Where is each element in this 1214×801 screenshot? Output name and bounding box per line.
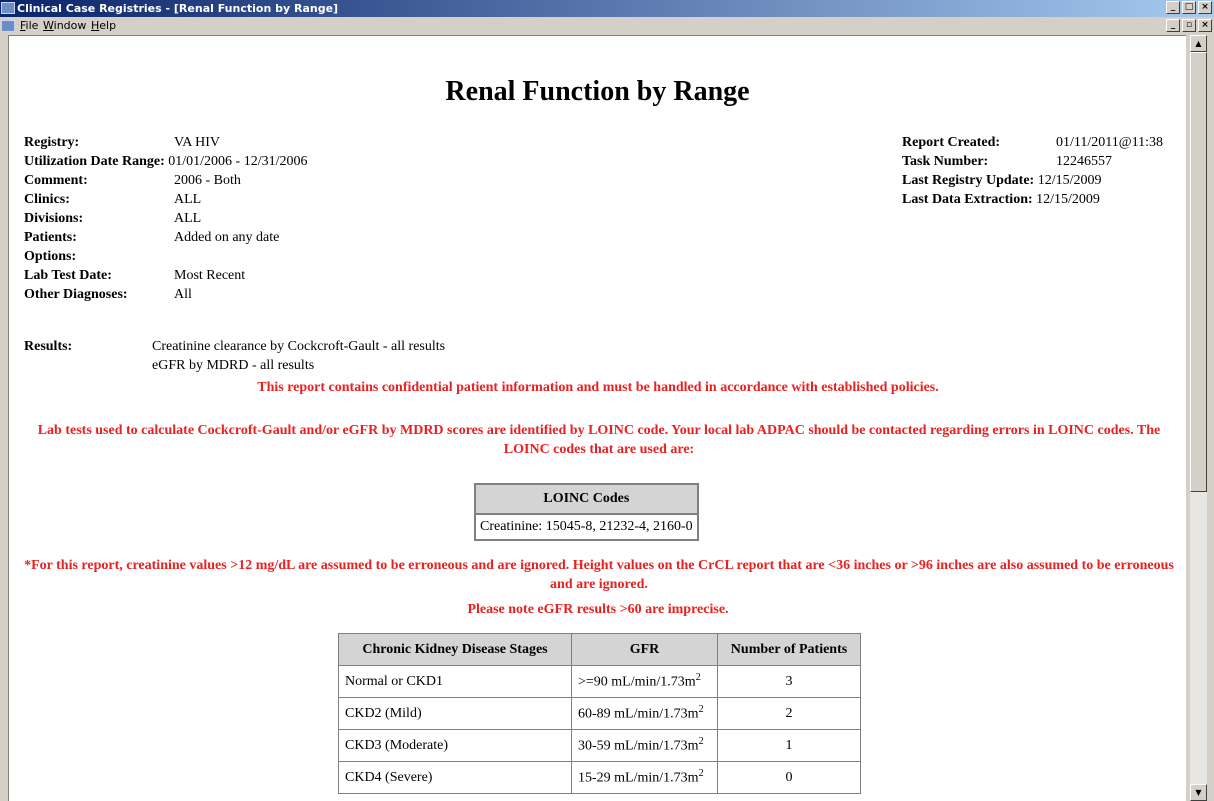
- menu-window[interactable]: Window: [43, 17, 86, 35]
- param-value: Added on any date: [174, 230, 280, 245]
- table-row: Normal or CKD1 >=90 mL/min/1.73m2 3: [338, 665, 861, 698]
- info-value: 12246557: [1056, 154, 1112, 169]
- param-label: Lab Test Date:: [24, 268, 112, 283]
- window-controls: _ □ ×: [1166, 1, 1212, 14]
- param-label: Options:: [24, 249, 77, 264]
- results-section: Results: Creatinine clearance by Cockcro…: [24, 337, 445, 375]
- result-item: Creatinine clearance by Cockcroft-Gault …: [152, 339, 446, 354]
- loinc-notice: Lab tests used to calculate Cockcroft-Ga…: [37, 423, 1161, 457]
- minimize-icon[interactable]: _: [1166, 19, 1180, 32]
- param-label: Patients:: [24, 230, 77, 245]
- ckd-stage: CKD4 (Severe): [338, 761, 572, 794]
- close-icon[interactable]: ×: [1198, 1, 1212, 14]
- report-info: Report Created: 01/11/2011@11:38 Task Num…: [902, 133, 1163, 209]
- ckd-count: 2: [717, 697, 861, 730]
- ckd-gfr: 30-59 mL/min/1.73m2: [571, 729, 718, 762]
- info-value: 12/15/2009: [1037, 173, 1102, 188]
- loinc-table: LOINC Codes Creatinine: 15045-8, 21232-4…: [474, 483, 699, 541]
- vertical-scrollbar[interactable]: ▲ ▼: [1190, 35, 1207, 801]
- report-parameters: Registry: VA HIV Utilization Date Range: …: [24, 133, 308, 304]
- param-value: 2006 - Both: [174, 173, 241, 188]
- scroll-thumb[interactable]: [1190, 52, 1207, 492]
- ckd-header-count: Number of Patients: [717, 633, 861, 666]
- scroll-down-icon[interactable]: ▼: [1190, 784, 1207, 801]
- ckd-count: 0: [717, 761, 861, 794]
- ckd-header-gfr: GFR: [571, 633, 718, 666]
- app-icon[interactable]: [1, 2, 15, 14]
- ckd-gfr: 60-89 mL/min/1.73m2: [571, 697, 718, 730]
- title-bar[interactable]: Clinical Case Registries - [Renal Functi…: [0, 0, 1214, 17]
- ckd-stage: Normal or CKD1: [338, 665, 572, 698]
- table-row: CKD2 (Mild) 60-89 mL/min/1.73m2 2: [338, 697, 861, 730]
- loinc-header: LOINC Codes: [474, 483, 699, 515]
- ckd-gfr: >=90 mL/min/1.73m2: [571, 665, 718, 698]
- info-value: 01/11/2011@11:38: [1056, 135, 1164, 150]
- info-label: Last Registry Update:: [902, 173, 1035, 188]
- document-window-controls: _ ▫ ×: [1166, 19, 1212, 32]
- maximize-icon[interactable]: □: [1182, 1, 1196, 14]
- param-row: Clinics: ALL: [24, 190, 308, 209]
- table-row: CKD3 (Moderate) 30-59 mL/min/1.73m2 1: [338, 729, 861, 762]
- param-label: Clinics:: [24, 192, 70, 207]
- ckd-count: 1: [717, 729, 861, 762]
- document-icon[interactable]: [1, 20, 15, 32]
- confidential-notice: This report contains confidential patien…: [257, 380, 939, 395]
- minimize-icon[interactable]: _: [1166, 1, 1180, 14]
- info-row: Last Registry Update: 12/15/2009: [902, 171, 1163, 190]
- erroneous-notice: *For this report, creatinine values >12 …: [24, 558, 1174, 592]
- scroll-up-icon[interactable]: ▲: [1190, 35, 1207, 52]
- menu-bar: File Window Help: [0, 17, 1214, 35]
- menu-file[interactable]: File: [20, 17, 38, 35]
- loinc-value: Creatinine: 15045-8, 21232-4, 2160-0: [474, 513, 699, 541]
- close-icon[interactable]: ×: [1198, 19, 1212, 32]
- ckd-stage: CKD2 (Mild): [338, 697, 572, 730]
- info-label: Report Created:: [902, 135, 1001, 150]
- info-value: 12/15/2009: [1036, 192, 1100, 207]
- report-view: Renal Function by Range Registry: VA HIV …: [8, 35, 1186, 801]
- param-row: Divisions: ALL: [24, 209, 308, 228]
- info-row: Task Number: 12246557: [902, 152, 1163, 171]
- window-title: Clinical Case Registries - [Renal Functi…: [17, 2, 339, 15]
- info-row: Report Created: 01/11/2011@11:38: [902, 133, 1163, 152]
- table-row: CKD4 (Severe) 15-29 mL/min/1.73m2 0: [338, 761, 861, 794]
- info-label: Last Data Extraction:: [902, 192, 1033, 207]
- restore-icon[interactable]: ▫: [1182, 19, 1196, 32]
- window-frame: [1207, 35, 1214, 801]
- egfr-notice: Please note eGFR results >60 are impreci…: [467, 602, 729, 617]
- info-row: Last Data Extraction: 12/15/2009: [902, 190, 1163, 209]
- param-row: Patients: Added on any date: [24, 228, 308, 247]
- ckd-stage: CKD3 (Moderate): [338, 729, 572, 762]
- param-value: ALL: [174, 192, 202, 207]
- param-row: Utilization Date Range: 01/01/2006 - 12/…: [24, 152, 308, 171]
- param-label: Other Diagnoses:: [24, 287, 128, 302]
- param-value: All: [174, 287, 192, 302]
- param-value: Most Recent: [174, 268, 246, 283]
- param-label: Comment:: [24, 173, 88, 188]
- report-title: Renal Function by Range: [445, 76, 750, 107]
- param-label: Utilization Date Range:: [24, 154, 165, 169]
- param-row: Lab Test Date: Most Recent: [24, 266, 308, 285]
- param-row: Comment: 2006 - Both: [24, 171, 308, 190]
- param-label: Divisions:: [24, 211, 84, 226]
- ckd-gfr: 15-29 mL/min/1.73m2: [571, 761, 718, 794]
- param-value: 01/01/2006 - 12/31/2006: [168, 154, 308, 169]
- param-row: Registry: VA HIV: [24, 133, 308, 152]
- ckd-header-row: Chronic Kidney Disease Stages GFR Number…: [338, 633, 861, 666]
- ckd-header-stage: Chronic Kidney Disease Stages: [338, 633, 572, 666]
- param-row: Other Diagnoses: All: [24, 285, 308, 304]
- menu-help[interactable]: Help: [91, 17, 116, 35]
- param-value: ALL: [174, 211, 202, 226]
- param-value: VA HIV: [174, 135, 221, 150]
- ckd-table: Chronic Kidney Disease Stages GFR Number…: [338, 633, 861, 794]
- result-item: eGFR by MDRD - all results: [152, 358, 315, 373]
- results-label: Results:: [24, 339, 73, 354]
- results-list: Creatinine clearance by Cockcroft-Gault …: [152, 337, 445, 375]
- param-label: Registry:: [24, 135, 80, 150]
- ckd-count: 3: [717, 665, 861, 698]
- param-row: Options:: [24, 247, 308, 266]
- info-label: Task Number:: [902, 154, 989, 169]
